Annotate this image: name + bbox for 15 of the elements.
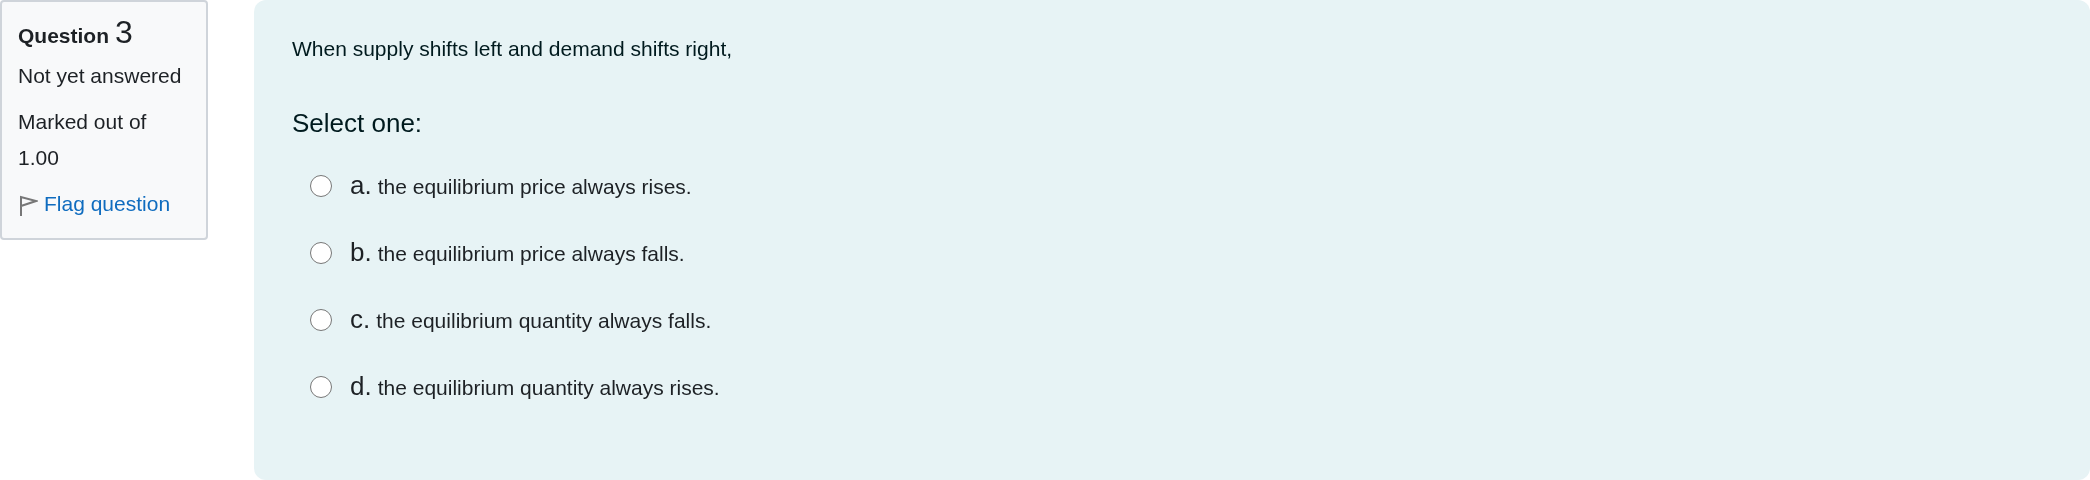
select-prompt: Select one: (292, 107, 424, 140)
answer-option[interactable]: c. the equilibrium quantity always falls. (350, 304, 712, 335)
radio-button[interactable] (310, 174, 332, 197)
question-number: 3 (115, 14, 133, 50)
answer-option[interactable]: b. the equilibrium price always falls. (350, 237, 685, 268)
question-label: Question (18, 23, 109, 49)
radio-button[interactable] (310, 375, 332, 398)
flag-question-link[interactable]: Flag question (44, 186, 171, 222)
radio-button[interactable] (310, 308, 332, 331)
answer-option[interactable]: a. the equilibrium price always rises. (350, 170, 692, 201)
answer-option[interactable]: d. the equilibrium quantity always rises. (350, 371, 720, 402)
status-text: Not yet answered (18, 63, 183, 89)
marks-text: Marked out of 1.00 (18, 109, 148, 171)
radio-button[interactable] (310, 241, 332, 264)
question-text: When supply shifts left and demand shifts right, (292, 36, 734, 62)
